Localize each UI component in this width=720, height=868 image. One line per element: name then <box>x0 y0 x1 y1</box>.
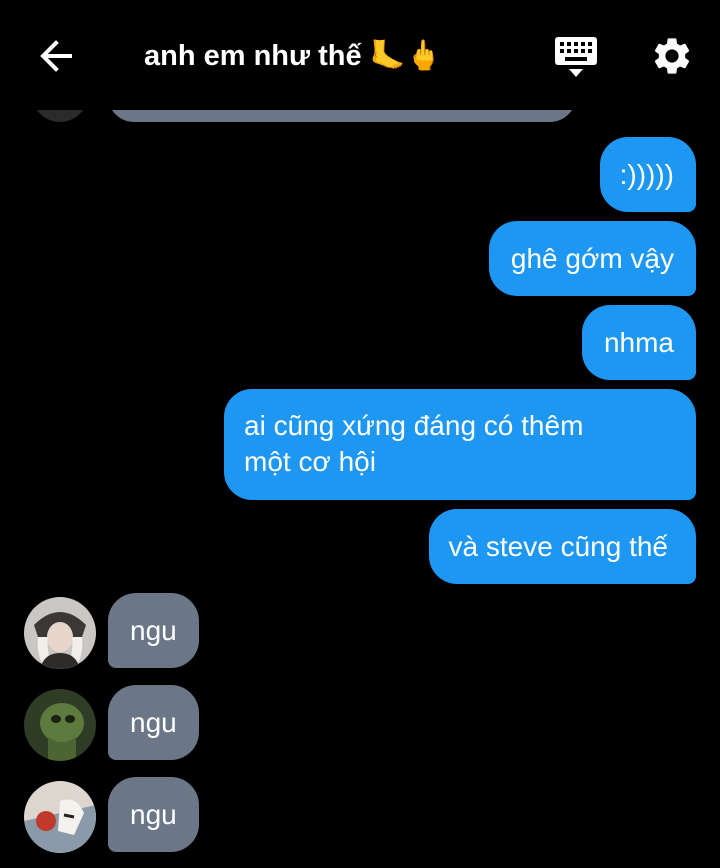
chat-header: anh em như thế 🦶🖕 <box>0 0 720 110</box>
avatar[interactable] <box>24 781 96 853</box>
avatar-image <box>24 689 96 761</box>
message-bubble-outgoing[interactable]: và steve cũng thế <box>428 509 696 584</box>
back-button[interactable] <box>36 36 76 76</box>
keyboard-button[interactable] <box>553 35 599 79</box>
message-bubble-outgoing[interactable]: ai cũng xứng đáng có thêm một cơ hội <box>224 389 696 500</box>
avatar-image <box>24 781 96 853</box>
message-bubble-outgoing[interactable]: :))))) <box>599 137 696 212</box>
message-bubble-incoming[interactable]: ngu <box>108 777 199 852</box>
message-bubble-incoming[interactable]: ngu <box>108 685 199 760</box>
message-bubble-outgoing[interactable]: ghê gớm vậy <box>488 221 696 296</box>
settings-button[interactable] <box>650 34 694 78</box>
message-bubble-outgoing[interactable]: nhma <box>581 305 696 380</box>
avatar-image <box>24 597 96 669</box>
keyboard-icon <box>555 37 597 77</box>
gear-icon <box>654 38 690 74</box>
arrow-left-icon <box>40 40 72 72</box>
message-bubble-incoming[interactable]: ngu <box>108 593 199 668</box>
conversation-title[interactable]: anh em như thế 🦶🖕 <box>144 36 442 76</box>
avatar[interactable] <box>24 597 96 669</box>
avatar[interactable] <box>24 689 96 761</box>
